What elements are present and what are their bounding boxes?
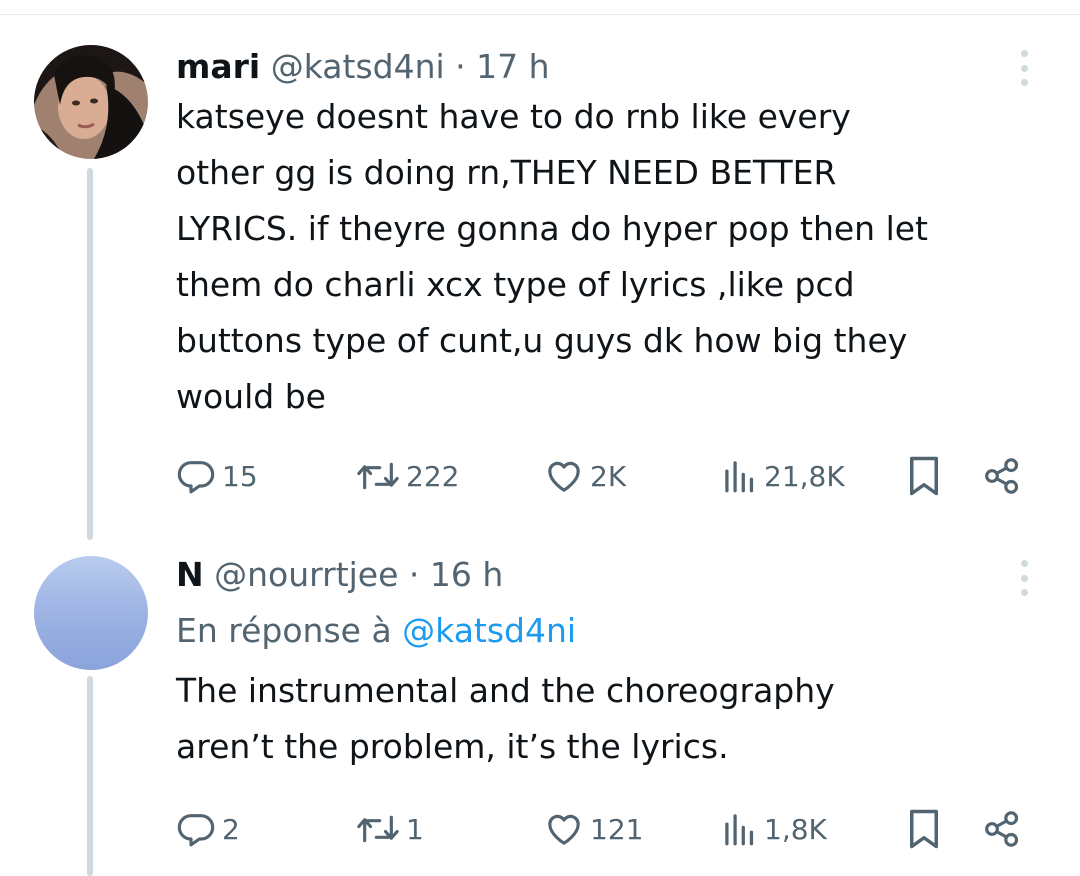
retweet-icon	[357, 462, 399, 490]
tweet-text: The instrumental and the choreography ar…	[176, 663, 1040, 775]
share-icon	[985, 458, 1019, 494]
reply-button[interactable]: 15	[176, 454, 258, 498]
reply-button[interactable]: 2	[176, 807, 240, 851]
bookmark-button[interactable]	[906, 454, 942, 498]
bookmark-icon	[910, 809, 938, 849]
thread-line	[87, 676, 93, 876]
separator-dot: ·	[455, 47, 466, 86]
reply-count: 15	[222, 459, 258, 493]
tweet-text-line: them do charli xcx type of lyrics ,like …	[176, 265, 855, 304]
thread-line	[87, 168, 93, 540]
like-button[interactable]: 2K	[544, 454, 626, 498]
share-button[interactable]	[982, 454, 1022, 498]
reply-prefix: En réponse à	[176, 611, 392, 650]
share-icon	[985, 811, 1019, 847]
tweet-body: N @nourrtjee · 16 h En réponse à @katsd4…	[176, 555, 1040, 775]
tweet-text-line: would be	[176, 377, 326, 416]
user-handle[interactable]: @katsd4ni	[271, 47, 445, 86]
views-button[interactable]: 1,8K	[722, 807, 827, 851]
views-icon	[725, 814, 754, 846]
tweet-text: katseye doesnt have to do rnb like every…	[176, 89, 1040, 425]
views-button[interactable]: 21,8K	[722, 454, 845, 498]
share-button[interactable]	[982, 807, 1022, 851]
views-count: 21,8K	[764, 459, 845, 493]
tweet-text-line: aren’t the problem, it’s the lyrics.	[176, 727, 729, 766]
tweet[interactable]: N @nourrtjee · 16 h En réponse à @katsd4…	[0, 540, 1080, 876]
reply-context: En réponse à @katsd4ni	[176, 611, 1040, 651]
retweet-count: 222	[406, 459, 460, 493]
retweet-count: 1	[406, 812, 424, 846]
tweet-text-line: katseye doesnt have to do rnb like every	[176, 97, 851, 136]
like-count: 121	[590, 812, 644, 846]
more-icon[interactable]	[1012, 46, 1036, 90]
display-name[interactable]: N	[176, 555, 204, 594]
bookmark-icon	[910, 456, 938, 496]
reply-icon	[177, 814, 215, 847]
display-name[interactable]: mari	[176, 47, 260, 86]
tweet-header: mari @katsd4ni · 17 h	[176, 47, 1040, 87]
tweet-text-line: buttons type of cunt,u guys dk how big t…	[176, 321, 908, 360]
tweet-thread: mari @katsd4ni · 17 h katseye doesnt hav…	[0, 0, 1080, 876]
action-bar: 2 1 121 1,8K	[176, 807, 1040, 851]
retweet-button[interactable]: 1	[356, 807, 424, 851]
tweet-text-line: The instrumental and the choreography	[176, 671, 835, 710]
tweet[interactable]: mari @katsd4ni · 17 h katseye doesnt hav…	[0, 0, 1080, 540]
retweet-icon	[357, 815, 399, 843]
retweet-button[interactable]: 222	[356, 454, 459, 498]
like-button[interactable]: 121	[544, 807, 643, 851]
avatar[interactable]	[34, 556, 148, 670]
avatar[interactable]	[34, 45, 148, 159]
views-icon	[725, 461, 754, 493]
heart-icon	[548, 461, 580, 492]
more-icon[interactable]	[1012, 556, 1036, 600]
bookmark-button[interactable]	[906, 807, 942, 851]
timestamp[interactable]: 17 h	[476, 47, 549, 86]
timestamp[interactable]: 16 h	[430, 555, 503, 594]
views-count: 1,8K	[764, 812, 827, 846]
reply-icon	[177, 461, 215, 494]
like-count: 2K	[590, 459, 627, 493]
user-handle[interactable]: @nourrtjee	[214, 555, 398, 594]
action-bar: 15 222 2K 21,8K	[176, 454, 1040, 498]
tweet-text-line: other gg is doing rn,THEY NEED BETTER	[176, 153, 837, 192]
tweet-text-line: LYRICS. if theyre gonna do hyper pop the…	[176, 209, 928, 248]
reply-mention-link[interactable]: @katsd4ni	[402, 611, 576, 650]
reply-count: 2	[222, 812, 240, 846]
tweet-header: N @nourrtjee · 16 h	[176, 555, 1040, 595]
heart-icon	[548, 814, 580, 845]
separator-dot: ·	[408, 555, 420, 594]
tweet-body: mari @katsd4ni · 17 h katseye doesnt hav…	[176, 47, 1040, 425]
